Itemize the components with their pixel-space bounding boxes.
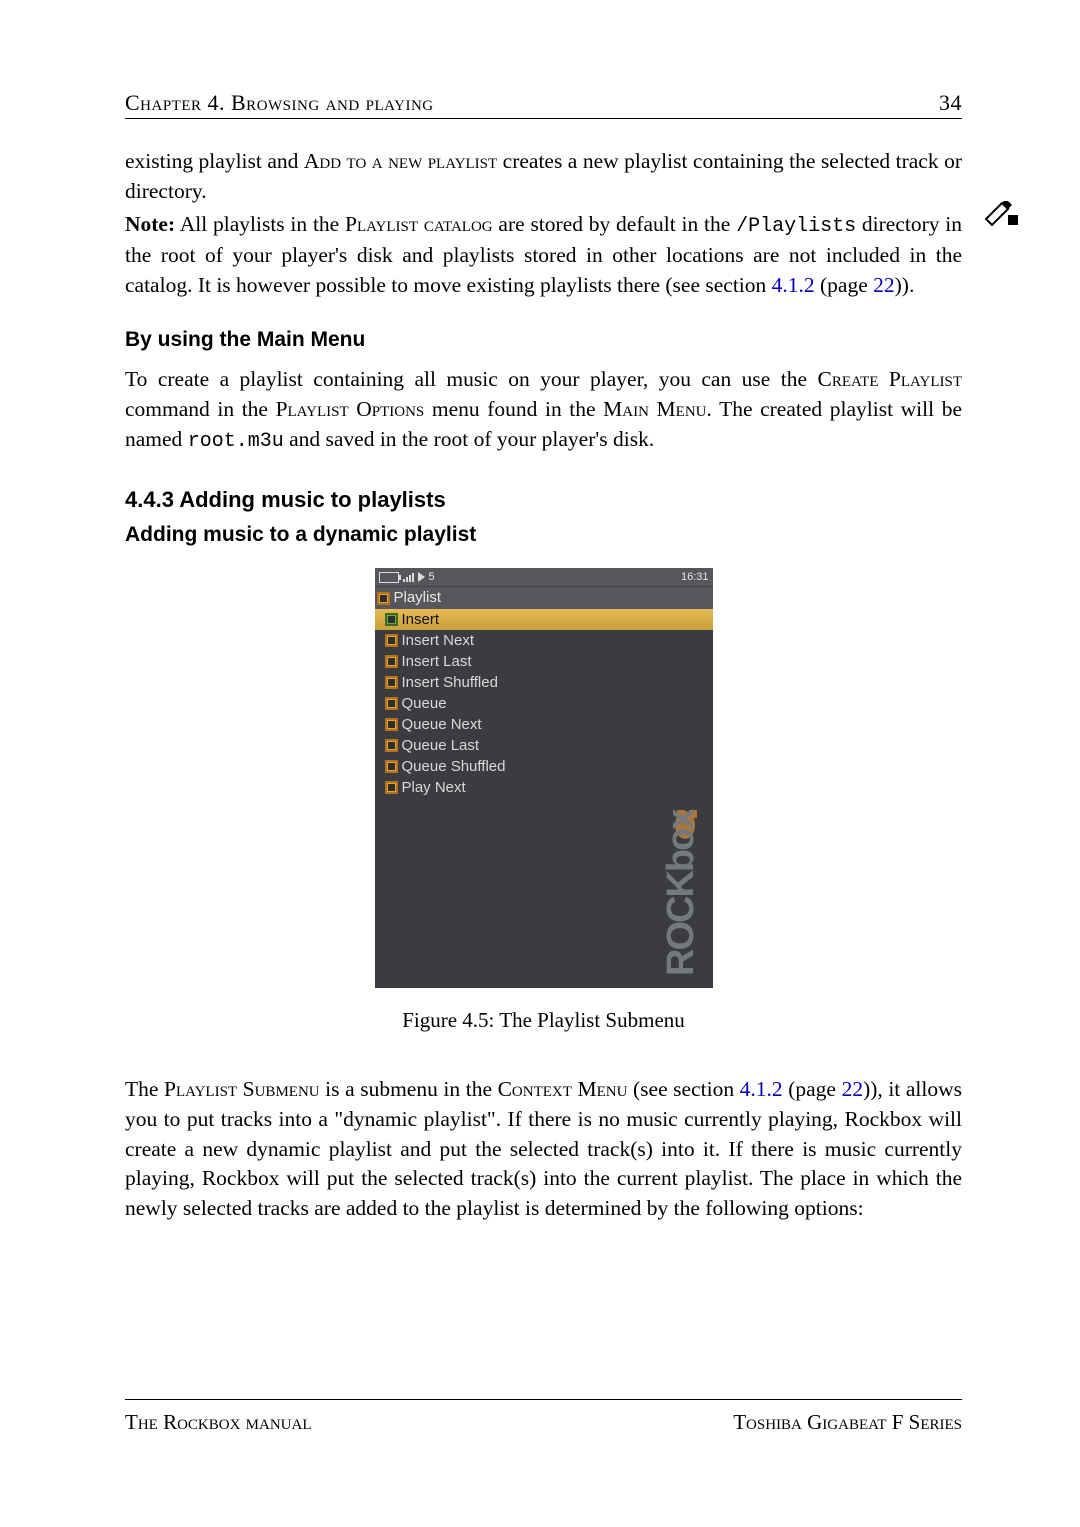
page-footer: The Rockbox manual Toshiba Gigabeat F Se…: [125, 1399, 962, 1435]
menu-item[interactable]: Play Next: [375, 777, 713, 798]
playlist-submenu-screenshot: 5 16:31 Playlist InsertInsert NextInsert…: [375, 568, 713, 988]
menu-item-label: Insert Shuffled: [402, 673, 498, 694]
footer-right: Toshiba Gigabeat F Series: [733, 1410, 962, 1435]
menu-item-icon: [385, 613, 398, 626]
menu-item[interactable]: Insert: [375, 609, 713, 630]
section-link[interactable]: 4.1.2: [772, 273, 815, 297]
menu-item-label: Queue: [402, 694, 447, 715]
battery-icon: [379, 572, 399, 583]
menu-item[interactable]: Queue Next: [375, 714, 713, 735]
page-link[interactable]: 22: [842, 1077, 864, 1101]
folder-icon: [377, 592, 390, 605]
menu-item-label: Insert Last: [402, 652, 472, 673]
rockbox-watermark-icon: ROCKbox: [655, 800, 705, 980]
menu-item-icon: [385, 760, 398, 773]
paragraph: existing playlist and Add to a new playl…: [125, 147, 962, 206]
status-bar: 5 16:31: [375, 568, 713, 586]
menu-item-icon: [385, 655, 398, 668]
status-count: 5: [429, 570, 435, 585]
figure: 5 16:31 Playlist InsertInsert NextInsert…: [125, 568, 962, 988]
play-icon: [418, 572, 425, 582]
menu-title: Playlist: [375, 586, 713, 609]
note-paragraph: Note: All playlists in the Playlist cata…: [125, 210, 962, 300]
page-number: 34: [939, 90, 962, 116]
menu-item-label: Queue Shuffled: [402, 757, 506, 778]
menu-item-label: Play Next: [402, 778, 466, 799]
pen-note-icon: [984, 201, 1018, 232]
paragraph: To create a playlist containing all musi…: [125, 365, 962, 455]
menu-item[interactable]: Queue Shuffled: [375, 756, 713, 777]
menu-item-label: Insert Next: [402, 631, 475, 652]
page-link[interactable]: 22: [873, 273, 895, 297]
menu-item[interactable]: Queue: [375, 693, 713, 714]
subheading-main-menu: By using the Main Menu: [125, 326, 962, 355]
menu-list: InsertInsert NextInsert LastInsert Shuff…: [375, 609, 713, 798]
menu-item-icon: [385, 697, 398, 710]
menu-item[interactable]: Insert Shuffled: [375, 672, 713, 693]
page-header: Chapter 4. Browsing and playing 34: [125, 90, 962, 119]
menu-item-label: Queue Last: [402, 736, 480, 757]
figure-caption: Figure 4.5: The Playlist Submenu: [125, 1006, 962, 1035]
header-left: Chapter 4. Browsing and playing: [125, 90, 434, 116]
menu-item-icon: [385, 634, 398, 647]
menu-item-label: Queue Next: [402, 715, 482, 736]
subheading-dynamic: Adding music to a dynamic playlist: [125, 521, 962, 550]
menu-item[interactable]: Insert Last: [375, 651, 713, 672]
svg-text:ROCKbox: ROCKbox: [660, 809, 702, 976]
menu-item[interactable]: Insert Next: [375, 630, 713, 651]
menu-item-icon: [385, 718, 398, 731]
footer-left: The Rockbox manual: [125, 1410, 312, 1435]
menu-item-icon: [385, 781, 398, 794]
menu-item-label: Insert: [402, 610, 440, 631]
section-heading: 4.4.3 Adding music to playlists: [125, 485, 962, 515]
status-clock: 16:31: [681, 570, 709, 585]
menu-item-icon: [385, 676, 398, 689]
section-link[interactable]: 4.1.2: [740, 1077, 783, 1101]
paragraph: The Playlist Submenu is a submenu in the…: [125, 1075, 962, 1223]
menu-item[interactable]: Queue Last: [375, 735, 713, 756]
volume-icon: [403, 572, 414, 582]
menu-item-icon: [385, 739, 398, 752]
